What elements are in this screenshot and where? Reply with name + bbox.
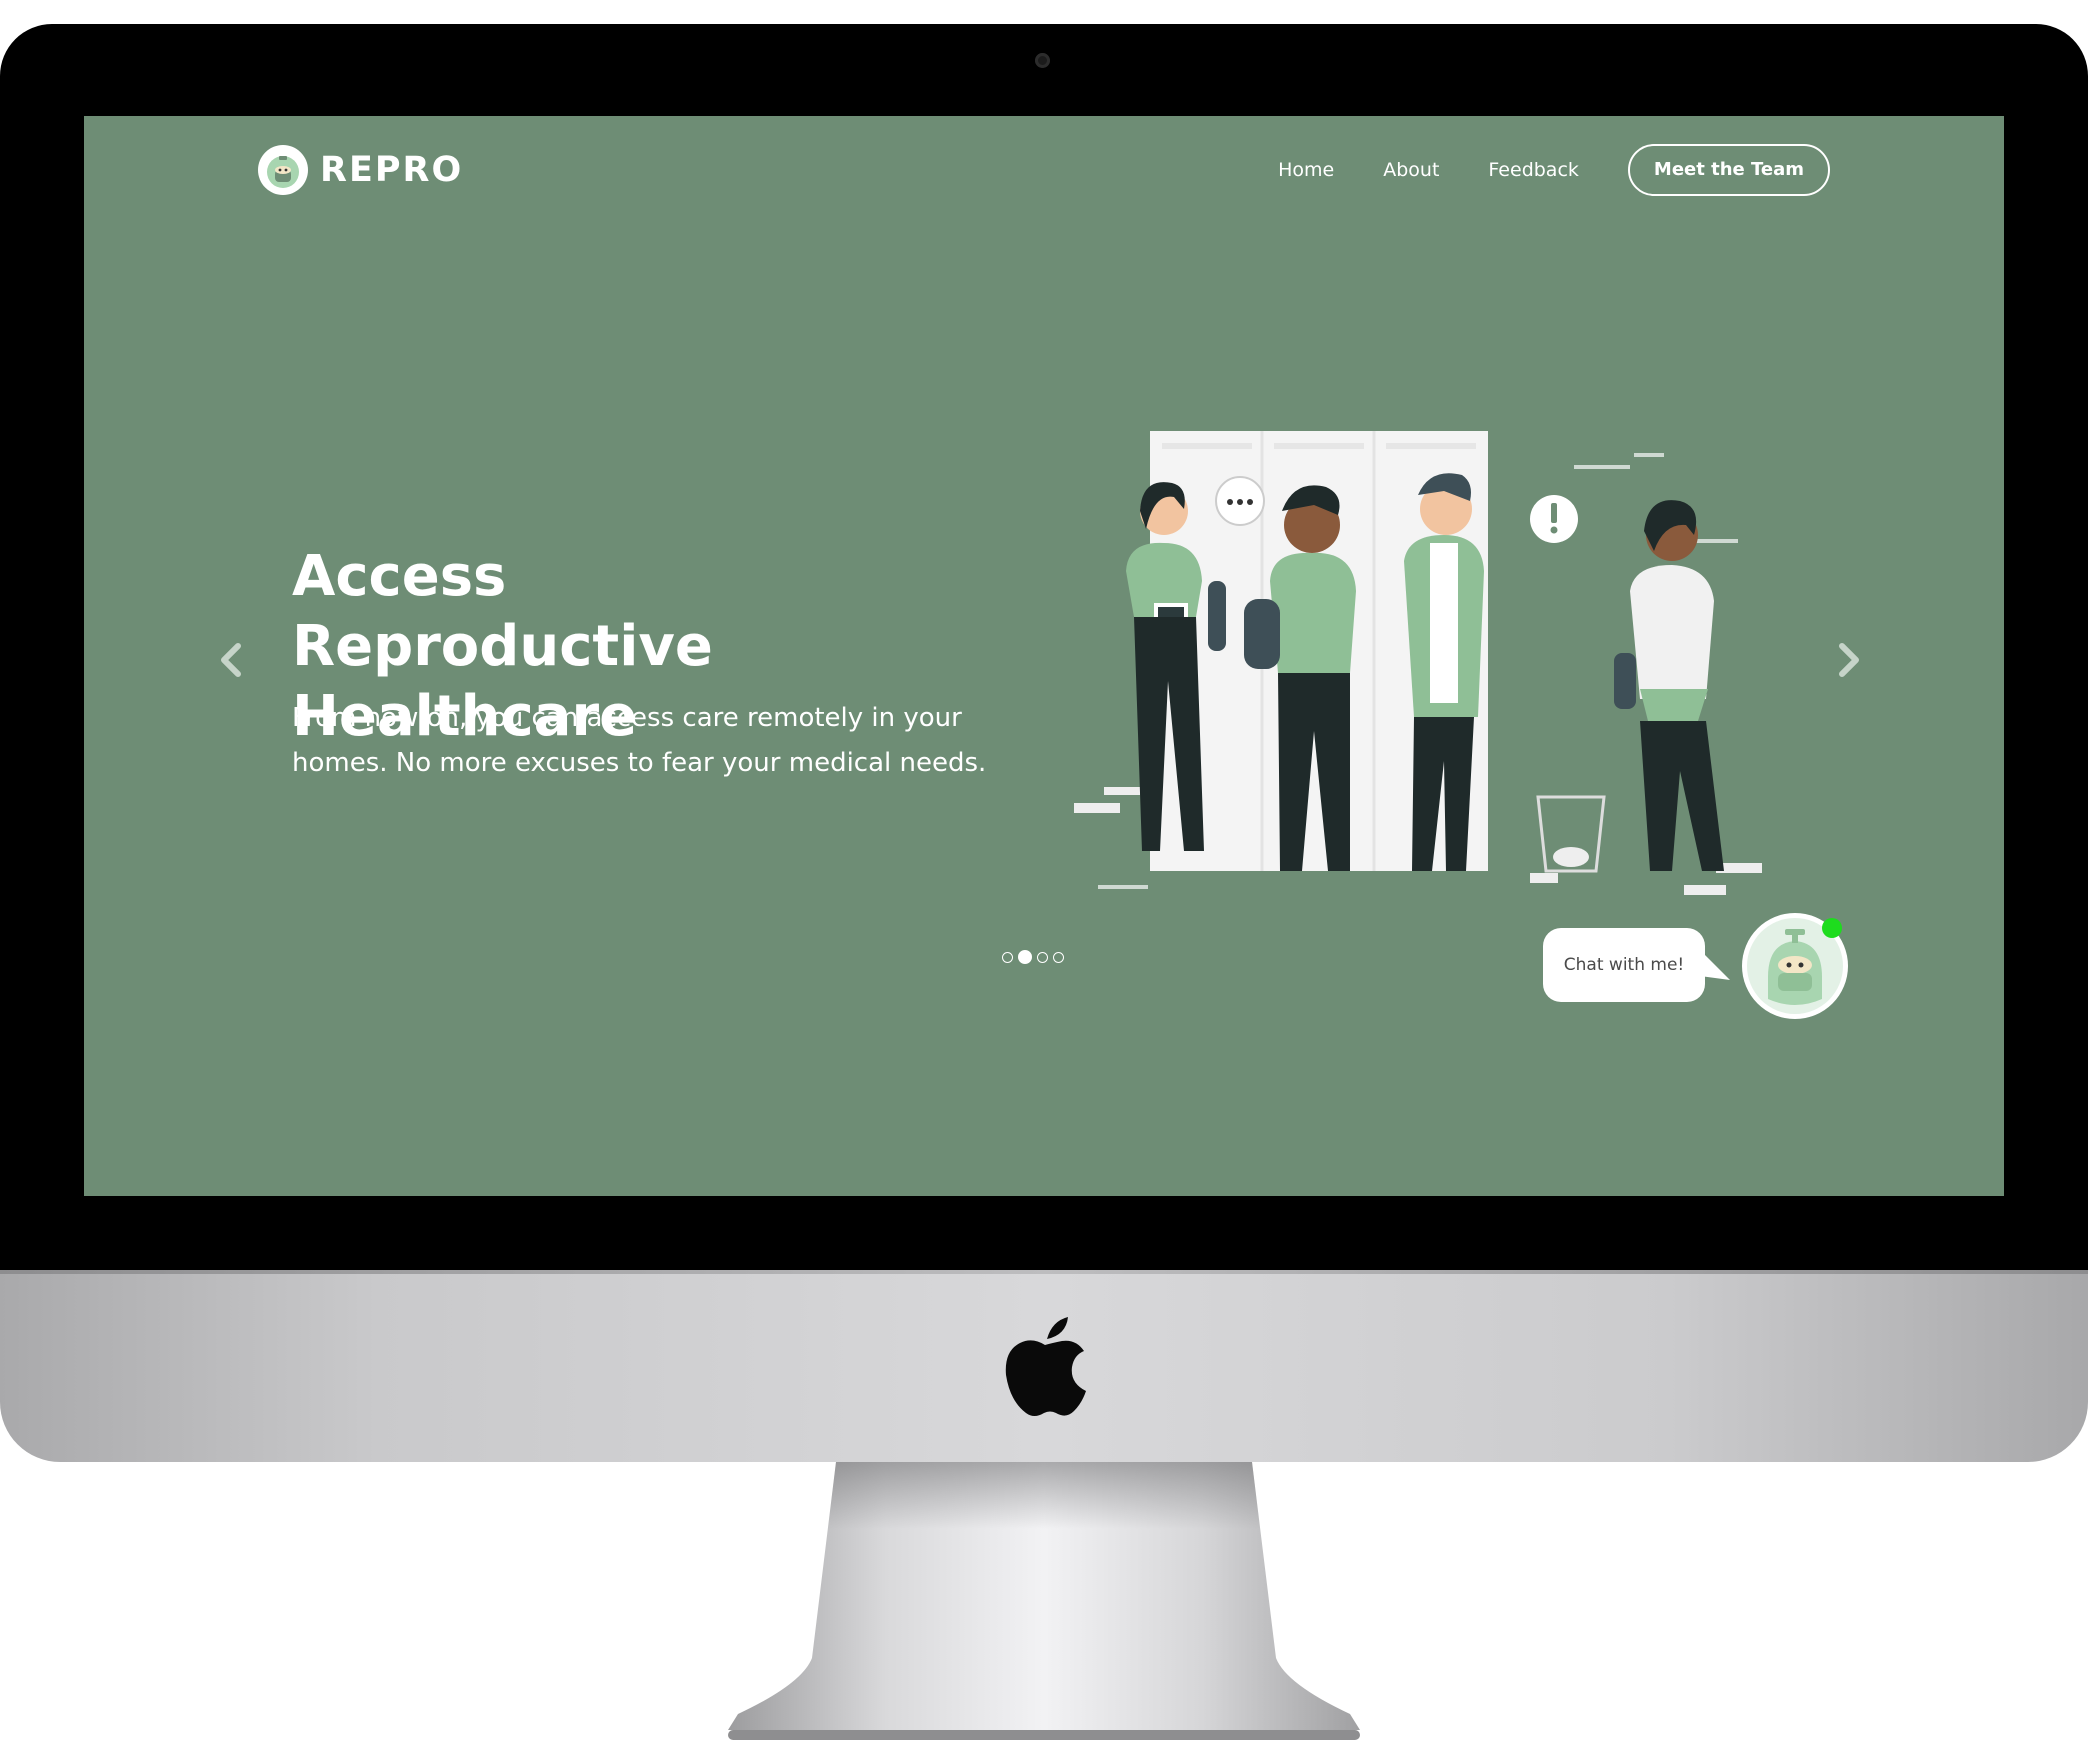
chat-bubble[interactable]: Chat with me! [1543, 928, 1705, 1002]
chat-label: Chat with me! [1563, 955, 1685, 975]
brand-logo[interactable]: REPRO [258, 144, 463, 196]
nav-home[interactable]: Home [1278, 159, 1334, 181]
carousel-dot-2[interactable] [1018, 950, 1032, 964]
monitor-stand [728, 1462, 1360, 1740]
apple-logo-icon [1000, 1315, 1090, 1420]
carousel-dot-4[interactable] [1053, 951, 1064, 963]
chat-bubble-tail [1700, 950, 1730, 980]
webcam [1035, 53, 1050, 68]
website-screen: REPRO Home About Feedback Meet the Team … [84, 116, 2004, 1196]
meet-the-team-button[interactable]: Meet the Team [1627, 144, 1830, 196]
chevron-left-icon[interactable] [208, 636, 256, 684]
online-status-indicator [1822, 918, 1842, 938]
carousel-indicators [1002, 950, 1064, 964]
brand-name: REPRO [320, 150, 464, 190]
hero-subtitle: From now on, you can access care remotel… [292, 703, 987, 778]
main-nav: Home About Feedback Meet the Team [1278, 144, 1830, 196]
chevron-right-icon[interactable] [1824, 636, 1872, 684]
brand-mascot-icon [258, 145, 308, 195]
nav-about[interactable]: About [1383, 159, 1439, 181]
carousel-dot-1[interactable] [1002, 951, 1013, 963]
imac-mockup: REPRO Home About Feedback Meet the Team … [0, 0, 2088, 1762]
chin-seam [0, 1270, 2088, 1274]
carousel-dot-3[interactable] [1037, 951, 1048, 963]
nav-feedback[interactable]: Feedback [1488, 159, 1578, 181]
students-illustration [1074, 431, 1794, 1011]
